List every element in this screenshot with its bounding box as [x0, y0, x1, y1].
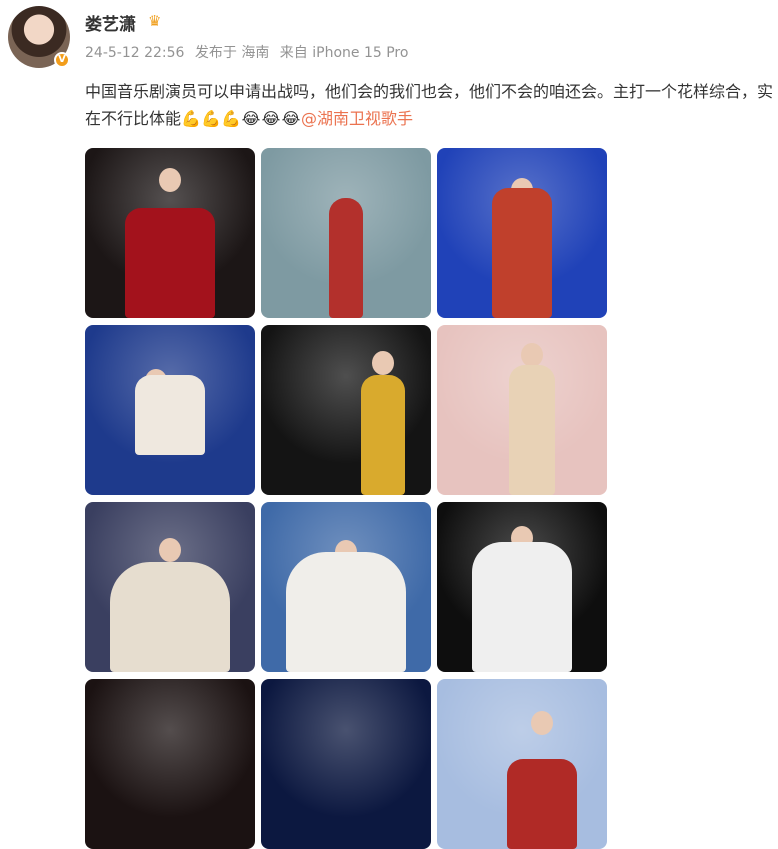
- post-meta: 24-5-12 22:56 发布于 海南 来自 iPhone 15 Pro: [85, 42, 414, 62]
- performer-figure: [509, 365, 556, 495]
- muscle-emoji-icon: 💪: [221, 109, 241, 128]
- timestamp[interactable]: 24-5-12 22:56: [85, 45, 184, 61]
- muscle-emoji-icon: 💪: [181, 109, 201, 128]
- performer-head: [521, 343, 544, 367]
- crown-icon: ♛: [148, 12, 162, 30]
- mention-link[interactable]: @湖南卫视歌手: [301, 109, 413, 128]
- photo-snow-ethnic-costume[interactable]: [437, 679, 607, 849]
- performer-figure: [361, 375, 406, 495]
- photo-couple-embrace[interactable]: [437, 502, 607, 672]
- location: 发布于 海南: [194, 45, 270, 61]
- photo-pink-pillars[interactable]: [437, 325, 607, 495]
- photo-red-rose-dress[interactable]: [85, 148, 255, 318]
- performer-figure: [507, 759, 578, 849]
- performer-head: [159, 168, 181, 192]
- performer-head: [531, 711, 554, 735]
- performer-figure: [135, 375, 205, 455]
- post-text: 中国音乐剧演员可以申请出战吗，他们会的我们也会，他们不会的咱还会。主打一个花样综…: [85, 78, 773, 132]
- performer-figure: [125, 208, 215, 318]
- photo-yellow-dress-dark[interactable]: [261, 325, 431, 495]
- photo-stage-red-skirt[interactable]: [261, 148, 431, 318]
- photo-blue-ensemble[interactable]: [261, 502, 431, 672]
- laugh-cry-emoji-icon: 😂: [261, 109, 281, 128]
- muscle-emoji-icon: 💪: [201, 109, 221, 128]
- laugh-cry-emoji-icon: 😂: [281, 109, 301, 128]
- photo-dark-blue-stage[interactable]: [261, 679, 431, 849]
- device: 来自 iPhone 15 Pro: [279, 45, 409, 61]
- performer-figure: [492, 188, 552, 318]
- laugh-cry-emoji-icon: 😂: [241, 109, 261, 128]
- photo-group-dance[interactable]: [85, 502, 255, 672]
- performer-head: [372, 351, 395, 375]
- performer-figure: [329, 198, 363, 318]
- photo-blue-stage-singer[interactable]: [437, 148, 607, 318]
- photo-blue-spotlight-seated[interactable]: [85, 325, 255, 495]
- photo-dark-stage-1[interactable]: [85, 679, 255, 849]
- verified-badge-icon: V: [54, 52, 70, 68]
- performer-figure: [472, 542, 572, 672]
- performer-head: [159, 538, 181, 562]
- username[interactable]: 娄艺潇: [85, 10, 136, 35]
- performer-figure: [286, 552, 406, 672]
- performer-figure: [110, 562, 230, 672]
